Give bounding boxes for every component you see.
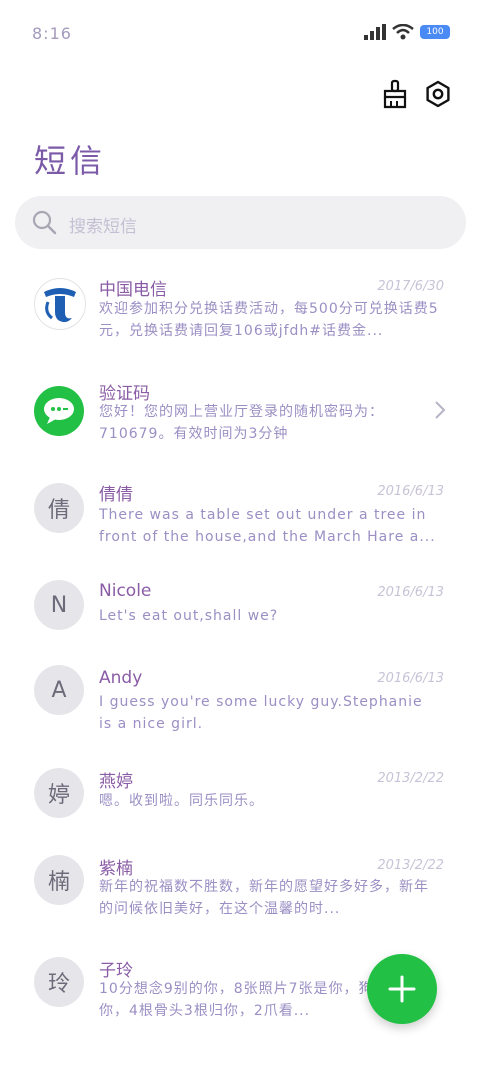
avatar: 婷 — [34, 768, 84, 818]
message-preview: 新年的祝福数不胜数，新年的愿望好多好多，新年的问候依旧美好，在这个温馨的时... — [99, 879, 429, 917]
avatar: 楠 — [34, 855, 84, 905]
conversation-row[interactable]: 中国电信 2017/6/30 欢迎参加积分兑换话费活动，每500分可兑换话费5元… — [0, 275, 480, 375]
message-date: 2013/2/22 — [377, 858, 444, 873]
status-icons: 100 — [364, 24, 450, 40]
brush-icon — [383, 79, 407, 109]
message-date: 2013/2/22 — [377, 771, 444, 786]
signal-icon — [364, 24, 386, 40]
message-preview: I guess you're some lucky guy.Stephanie … — [99, 694, 423, 732]
avatar: 倩 — [34, 483, 84, 533]
status-bar: 8:16 100 — [0, 0, 480, 64]
plus-icon — [388, 975, 416, 1003]
message-date: 2017/6/30 — [377, 279, 444, 294]
avatar: A — [34, 665, 84, 715]
clean-button[interactable] — [377, 76, 413, 112]
message-preview: 嗯。收到啦。同乐同乐。 — [99, 793, 264, 809]
sender-name: 燕婷 — [99, 772, 133, 792]
conversation-row[interactable]: 婷 燕婷 2013/2/22 嗯。收到啦。同乐同乐。 — [0, 765, 480, 865]
china-telecom-logo-icon — [44, 288, 76, 323]
avatar — [34, 386, 84, 436]
sender-name: Nicole — [99, 581, 152, 601]
settings-icon — [426, 80, 450, 108]
message-icon — [44, 398, 74, 424]
message-date: 2016/6/13 — [377, 585, 444, 600]
avatar: 玲 — [34, 957, 84, 1007]
new-message-button[interactable] — [367, 954, 437, 1024]
conversation-row[interactable]: 倩 倩倩 2016/6/13 There was a table set out… — [0, 478, 480, 578]
conversation-row[interactable]: 楠 紫楠 2013/2/22 新年的祝福数不胜数，新年的愿望好多好多，新年的问候… — [0, 852, 480, 952]
message-preview: Let's eat out,shall we? — [99, 608, 279, 624]
sender-name: 中国电信 — [99, 280, 167, 300]
conversation-row[interactable]: 验证码 您好！您的网上营业厅登录的随机密码为：710679。有效时间为3分钟 — [0, 376, 480, 476]
message-preview: 您好！您的网上营业厅登录的随机密码为：710679。有效时间为3分钟 — [99, 404, 384, 442]
conversation-row[interactable]: A Andy 2016/6/13 I guess you're some luc… — [0, 665, 480, 765]
search-icon — [32, 210, 57, 235]
message-date: 2016/6/13 — [377, 671, 444, 686]
avatar: N — [34, 580, 84, 630]
status-time: 8:16 — [32, 24, 72, 43]
page-title: 短信 — [34, 142, 107, 180]
sender-name: Andy — [99, 668, 143, 688]
message-preview: There was a table set out under a tree i… — [99, 507, 436, 545]
battery-icon: 100 — [420, 25, 450, 39]
search-input[interactable]: 搜索短信 — [15, 196, 466, 249]
settings-button[interactable] — [420, 76, 456, 112]
message-preview: 欢迎参加积分兑换话费活动，每500分可兑换话费5元，兑换话费请回复106或jfd… — [99, 301, 439, 339]
chevron-right-icon — [435, 401, 446, 419]
avatar — [34, 278, 86, 330]
wifi-icon — [392, 24, 414, 40]
message-date: 2016/6/13 — [377, 484, 444, 499]
search-placeholder: 搜索短信 — [69, 217, 137, 237]
sender-name: 倩倩 — [99, 485, 133, 505]
